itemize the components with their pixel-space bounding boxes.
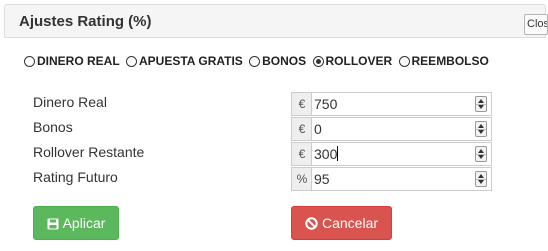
radio-bonos[interactable]: BONOS bbox=[249, 54, 306, 68]
apply-button-label: Aplicar bbox=[62, 215, 106, 231]
dialog-header: Ajustes Rating (%) Close bbox=[4, 4, 548, 38]
cancel-button[interactable]: Cancelar bbox=[291, 206, 392, 240]
radio-reembolso[interactable]: REEMBOLSO bbox=[398, 53, 489, 68]
bonos-label: Bonos bbox=[33, 119, 73, 135]
spin-up-icon[interactable] bbox=[478, 149, 484, 153]
dinero-real-value: 750 bbox=[314, 96, 338, 112]
radio-apuesta-gratis-label: APUESTA GRATIS bbox=[139, 53, 243, 68]
radio-bonos-circle[interactable] bbox=[249, 55, 261, 67]
rating-settings-dialog: Ajustes Rating (%) Close DINERO REAL APU… bbox=[0, 0, 548, 251]
radio-rollover-circle[interactable] bbox=[312, 55, 324, 67]
dinero-real-label: Dinero Real bbox=[33, 94, 107, 110]
rating-futuro-percent-addon: % bbox=[291, 167, 312, 191]
text-caret bbox=[337, 146, 339, 161]
save-icon bbox=[47, 209, 59, 241]
spin-down-icon[interactable] bbox=[478, 180, 484, 184]
bonos-spinner[interactable] bbox=[475, 121, 487, 137]
rollover-restante-spinner[interactable] bbox=[475, 146, 487, 162]
radio-rollover-label: ROLLOVER bbox=[325, 53, 393, 68]
radio-dinero-real[interactable]: DINERO REAL bbox=[24, 54, 120, 68]
bonos-currency-addon: € bbox=[291, 117, 312, 141]
rating-futuro-value: 95 bbox=[314, 171, 330, 187]
dinero-real-currency-addon: € bbox=[291, 92, 312, 116]
bonos-input[interactable]: 0 bbox=[311, 117, 492, 141]
rollover-restante-value: 300 bbox=[314, 146, 338, 162]
radio-apuesta-gratis[interactable]: APUESTA GRATIS bbox=[126, 54, 243, 68]
dinero-real-spinner[interactable] bbox=[475, 96, 487, 112]
rollover-restante-input[interactable]: 300 bbox=[311, 142, 492, 166]
cancel-button-label: Cancelar bbox=[321, 215, 379, 231]
rating-futuro-input[interactable]: 95 bbox=[311, 167, 492, 191]
radio-dinero-real-circle[interactable] bbox=[24, 55, 35, 67]
radio-reembolso-label: REEMBOLSO bbox=[411, 53, 489, 68]
spin-up-icon[interactable] bbox=[478, 124, 484, 128]
rollover-restante-currency-addon: € bbox=[291, 142, 312, 166]
radio-apuesta-gratis-circle[interactable] bbox=[126, 55, 138, 67]
bonos-value: 0 bbox=[314, 121, 322, 137]
dinero-real-input[interactable]: 750 bbox=[311, 92, 492, 116]
rating-futuro-label: Rating Futuro bbox=[33, 169, 118, 185]
radio-dinero-real-label: DINERO REAL bbox=[37, 53, 120, 68]
rating-futuro-spinner[interactable] bbox=[475, 171, 487, 187]
spin-up-icon[interactable] bbox=[478, 174, 484, 178]
spin-down-icon[interactable] bbox=[478, 130, 484, 134]
close-button[interactable]: Close bbox=[524, 14, 548, 35]
apply-button[interactable]: Aplicar bbox=[33, 206, 119, 240]
spin-up-icon[interactable] bbox=[478, 99, 484, 103]
spin-down-icon[interactable] bbox=[478, 105, 484, 109]
spin-down-icon[interactable] bbox=[478, 155, 484, 159]
radio-bonos-label: BONOS bbox=[262, 53, 307, 68]
rollover-restante-label: Rollover Restante bbox=[33, 144, 145, 160]
ban-icon bbox=[305, 209, 318, 241]
radio-reembolso-circle[interactable] bbox=[398, 55, 410, 67]
mode-radio-group: DINERO REAL APUESTA GRATIS BONOS ROLLOVE… bbox=[24, 53, 492, 71]
radio-rollover[interactable]: ROLLOVER bbox=[312, 53, 393, 68]
dialog-title: Ajustes Rating (%) bbox=[19, 13, 152, 30]
